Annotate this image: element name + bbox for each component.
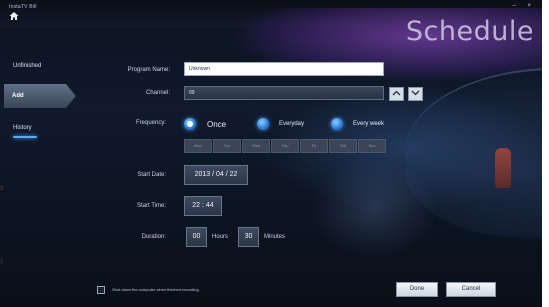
sidebar-item-add[interactable]: Add [4,84,76,108]
done-button[interactable]: Done [396,282,438,297]
start-date-label: Start Date: [137,172,166,178]
background-glyph: 3 [0,186,4,192]
channel-down-button[interactable] [408,87,423,101]
frequency-everyweek-label: Every week [353,121,385,127]
frequency-once-radio[interactable] [184,118,196,130]
day-fri[interactable]: Fri [300,139,328,153]
channel-select[interactable]: 09 [184,86,384,100]
app-window: InstaTV Bill – × Schedule Unfinished Add… [0,0,542,307]
program-name-input[interactable]: Unknown [184,62,384,76]
duration-minutes-label: Minutes [264,234,286,240]
app-title: InstaTV Bill [9,4,37,10]
frequency-once-label: Once [207,120,227,129]
sidebar: Unfinished Add History [0,52,76,307]
frequency-everyday-radio[interactable] [257,118,269,130]
cancel-button[interactable]: Cancel [446,282,496,297]
background-glyph: g [0,258,4,264]
program-name-label: Program Name: [127,67,170,73]
channel-up-button[interactable] [389,87,404,101]
page-title: Schedule [405,16,534,47]
home-icon[interactable] [9,11,19,21]
channel-label: Channel: [145,90,170,96]
wave-graphic [405,68,542,238]
chevron-up-icon [392,90,401,96]
frequency-everyweek-radio[interactable] [331,118,343,130]
history-underline [13,136,37,138]
frequency-label: Frequency: [135,120,166,126]
day-wed[interactable]: Wed [242,139,270,153]
sidebar-item-unfinished[interactable]: Unfinished [0,54,68,78]
shutdown-label: Shut down the computer when finished rec… [112,287,199,292]
day-tue[interactable]: Tue [213,139,241,153]
day-sat[interactable]: Sat [329,139,357,153]
start-date-input[interactable]: 2013 / 04 / 22 [184,165,248,185]
start-time-input[interactable]: 22 : 44 [184,196,222,216]
shutdown-checkbox[interactable] [97,286,105,294]
day-mon[interactable]: Mon [184,139,212,153]
start-time-label: Start Time: [136,203,166,209]
weekday-selector: Mon Tue Wed Thu Fri Sat Sun [184,139,387,153]
header-banner [175,8,542,298]
duration-hours-input[interactable]: 00 [186,227,207,247]
duration-minutes-input[interactable]: 30 [238,227,259,247]
chevron-down-icon [411,90,420,96]
surfer-figure [495,148,511,188]
duration-label: Duration: [141,234,166,240]
day-sun[interactable]: Sun [358,139,386,153]
frequency-everyday-label: Everyday [279,121,305,127]
day-thu[interactable]: Thu [271,139,299,153]
duration-hours-label: Hours [212,234,229,240]
